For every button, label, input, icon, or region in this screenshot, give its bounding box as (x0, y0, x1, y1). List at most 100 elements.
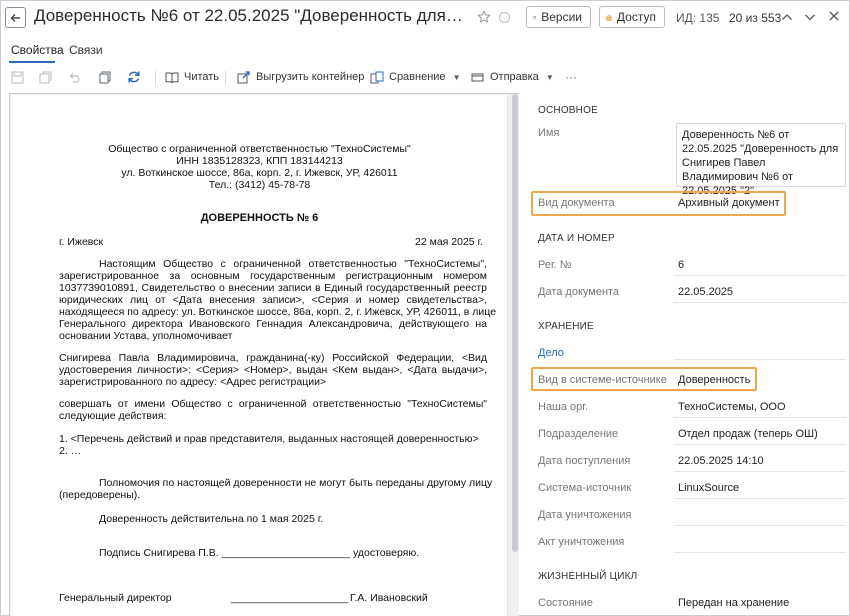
undo-icon[interactable] (66, 69, 82, 85)
field-underline (674, 275, 846, 276)
field-underline (674, 525, 846, 526)
field-underline (674, 417, 846, 418)
doc-date-label: Дата документа (538, 286, 620, 298)
paragraph-line: совершать от имени Общество с ограниченн… (59, 398, 487, 410)
record-id: ИД: 135 (676, 11, 720, 25)
received-date-label: Дата поступления (538, 455, 631, 467)
active-tab-indicator (9, 61, 55, 63)
document-scrollbar[interactable] (512, 94, 518, 552)
paragraph-line: Настоящим Общество с ограниченной ответс… (99, 258, 487, 270)
page-title: Доверенность №6 от 22.05.2025 "Доверенно… (34, 6, 464, 25)
field-underline (674, 471, 846, 472)
paragraph-line: Полномочия по настоящей доверенности не … (99, 477, 493, 489)
name-label: Имя (538, 127, 560, 139)
chevron-up-icon[interactable] (780, 10, 794, 24)
signature-line: Подпись Снигирева П.В. _________________… (99, 547, 420, 559)
field-underline (674, 498, 846, 499)
toolbar-separator (225, 71, 226, 85)
paragraph-line: основании Устава, уполномочивает (59, 330, 233, 342)
versions-icon (533, 15, 536, 19)
field-underline (674, 552, 846, 553)
export-label: Выгрузить контейнер (256, 71, 365, 83)
doc-type-label: Вид документа (538, 197, 615, 209)
book-icon (165, 72, 179, 83)
field-underline (674, 359, 846, 360)
send-button[interactable]: Отправка ▼ (471, 69, 554, 85)
our-org-label: Наша орг. (538, 401, 589, 413)
star-icon[interactable] (477, 10, 491, 24)
org-name: Общество с ограниченной ответственностью… (108, 143, 411, 155)
tab-bar: Свойства Связи (1, 37, 849, 63)
destroy-act-label: Акт уничтожения (538, 536, 625, 548)
section-date-number: ДАТА И НОМЕР (538, 233, 615, 244)
reg-number-field[interactable]: 6 (678, 259, 684, 271)
save-icon[interactable] (9, 69, 25, 85)
status-circle-icon[interactable] (499, 12, 510, 23)
destroy-date-label: Дата уничтожения (538, 509, 632, 521)
validity-text: Доверенность действительна по 1 мая 2025… (99, 513, 324, 525)
send-label: Отправка (490, 71, 539, 83)
tab-properties[interactable]: Свойства (11, 43, 64, 57)
source-system-field[interactable]: LinuxSource (678, 482, 739, 494)
department-field[interactable]: Отдел продаж (теперь ОШ) (678, 428, 818, 440)
copy-icon[interactable] (97, 69, 113, 85)
read-label: Читать (184, 71, 220, 83)
access-label: Доступ (616, 10, 656, 24)
field-underline (674, 444, 846, 445)
source-kind-label: Вид в системе-источнике (538, 374, 667, 386)
tab-links[interactable]: Связи (69, 43, 103, 57)
save-copy-icon[interactable] (37, 69, 53, 85)
list-item: 1. <Перечень действий и прав представите… (59, 433, 479, 445)
paragraph-line: следующие действия: (59, 410, 167, 422)
source-kind-field[interactable]: Доверенность (678, 374, 750, 386)
versions-label: Версии (541, 10, 582, 24)
paragraph-line: юридических лиц от <Дата внесения записи… (59, 294, 487, 306)
toolbar: Читать Выгрузить контейнер Сравнение ▼ О… (1, 65, 849, 89)
lock-icon (606, 14, 612, 20)
compare-button[interactable]: Сравнение ▼ (370, 69, 460, 85)
window: Доверенность №6 от 22.05.2025 "Доверенно… (0, 0, 850, 616)
document-city: г. Ижевск (59, 236, 104, 248)
state-label: Состояние (538, 597, 593, 609)
received-date-field[interactable]: 22.05.2025 14:10 (678, 455, 764, 467)
department-label: Подразделение (538, 428, 619, 440)
document-date: 22 мая 2025 г. (415, 236, 483, 248)
source-system-label: Система-источник (538, 482, 632, 494)
arrow-left-icon (10, 13, 20, 22)
send-icon (471, 73, 484, 81)
read-button[interactable]: Читать (165, 69, 219, 85)
org-phone: Тел.: (3412) 45-78-78 (208, 179, 311, 191)
paragraph-line: Снигирева Павла Владимировича, гражданин… (59, 352, 487, 364)
paragraph-line: 1037739010891, Свидетельство о внесении … (59, 282, 487, 294)
compare-icon (370, 71, 384, 83)
refresh-icon[interactable] (126, 69, 142, 85)
export-icon (237, 70, 250, 83)
paragraph-line: находящееся по адресу: ул. Воткинское шо… (59, 306, 497, 318)
state-field[interactable]: Передан на хранение (678, 597, 789, 609)
chevron-down-icon: ▼ (452, 72, 461, 82)
our-org-field[interactable]: ТехноСистемы, ООО (678, 401, 786, 413)
name-field[interactable]: Доверенность №6 от 22.05.2025 "Доверенно… (676, 123, 846, 197)
field-underline (674, 302, 846, 303)
close-icon[interactable] (827, 9, 841, 23)
toolbar-separator (155, 71, 156, 85)
document-preview[interactable]: Общество с ограниченной ответственностью… (9, 93, 519, 616)
director-name: Г.А. Ивановский (350, 592, 428, 604)
paragraph-line: зарегистрированного по адресу: <Адрес ре… (59, 376, 327, 388)
chevron-down-icon[interactable] (803, 10, 817, 24)
properties-panel: ОСНОВНОЕ Имя Доверенность №6 от 22.05.20… (529, 93, 849, 616)
export-container-button[interactable]: Выгрузить контейнер (237, 69, 364, 85)
compare-label: Сравнение (389, 71, 446, 83)
doc-type-field[interactable]: Архивный документ (678, 197, 780, 209)
doc-date-field[interactable]: 22.05.2025 (678, 286, 733, 298)
paragraph-line: Генерального директора Ивановского Генна… (59, 318, 487, 330)
section-lifecycle: ЖИЗНЕННЫЙ ЦИКЛ (538, 571, 638, 582)
document-page: Общество с ограниченной ответственностью… (11, 95, 508, 616)
versions-button[interactable]: Версии (526, 6, 591, 28)
org-tax-ids: ИНН 1835128323, КПП 183144213 (176, 155, 343, 167)
list-item: 2. … (59, 445, 82, 457)
back-button[interactable] (5, 7, 26, 28)
access-button[interactable]: Доступ (599, 6, 665, 28)
case-link[interactable]: Дело (538, 347, 564, 359)
more-button[interactable]: ··· (565, 69, 577, 85)
